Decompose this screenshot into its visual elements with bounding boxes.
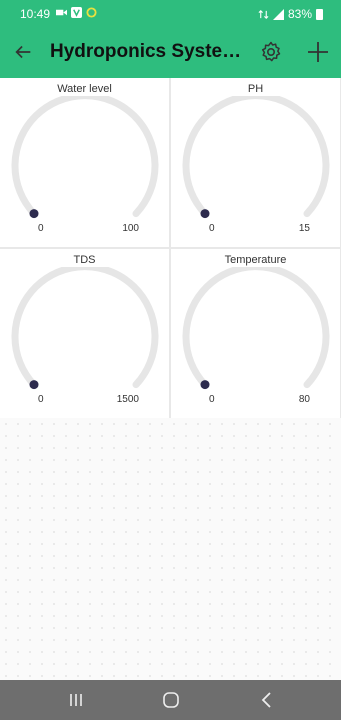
gauge-max-label: 15 [298,223,310,234]
battery-percent: 83% [287,7,312,21]
gauge-max-label: 100 [122,223,139,234]
gauge-track [11,96,159,218]
gauge-min-label: 0 [209,394,215,405]
gauge-min-label: 0 [209,223,215,234]
gauge-knob [200,209,210,219]
gauge-label: PH [247,83,264,95]
v-app-icon [71,7,82,18]
settings-gear-icon[interactable] [259,40,283,64]
recents-icon[interactable] [66,690,86,710]
video-icon [56,9,67,16]
gauge-max-label: 80 [298,394,310,405]
back-arrow-icon[interactable] [12,41,34,63]
gauge-widget-ph[interactable]: PH 0 15 [171,78,340,247]
gauge-dial [11,267,159,390]
gauge-track [11,267,159,389]
gauge-max-label: 1500 [116,394,139,405]
app-bar: Hydroponics System... [0,28,341,78]
dashboard-canvas[interactable] [0,418,341,680]
gauge-track [182,267,330,389]
page-title: Hydroponics System... [50,41,245,62]
notification-icons [56,7,97,18]
signal-icon [272,8,284,20]
add-plus-icon[interactable] [306,40,330,64]
status-right: 83% [258,7,323,21]
gauge-knob [29,209,39,219]
gauge-label: TDS [73,254,96,266]
gauge-widget-water-level[interactable]: Water level 0 100 [0,78,169,247]
gauge-widget-temperature[interactable]: Temperature 0 80 [171,249,340,418]
status-bar: 10:49 83% [0,0,341,28]
gauge-label: Temperature [224,254,287,266]
home-icon[interactable] [161,690,181,710]
gauge-min-label: 0 [38,394,44,405]
gauge-dial [11,96,159,219]
battery-icon [316,8,323,20]
gauge-knob [200,380,210,390]
gauge-min-label: 0 [38,223,44,234]
widget-grid: Water level 0 100 PH 0 15 TDS 0 1500 Tem… [0,78,341,418]
gauge-track [182,96,330,218]
data-transfer-icon [258,9,269,19]
status-time: 10:49 [20,7,51,21]
gauge-label: Water level [57,83,112,95]
gauge-dial [182,96,330,219]
gauge-dial [182,267,330,390]
system-nav-bar [0,680,341,720]
nav-back-icon[interactable] [257,690,277,710]
gauge-widget-tds[interactable]: TDS 0 1500 [0,249,169,418]
ring-app-icon [86,7,97,18]
gauge-knob [29,380,39,390]
